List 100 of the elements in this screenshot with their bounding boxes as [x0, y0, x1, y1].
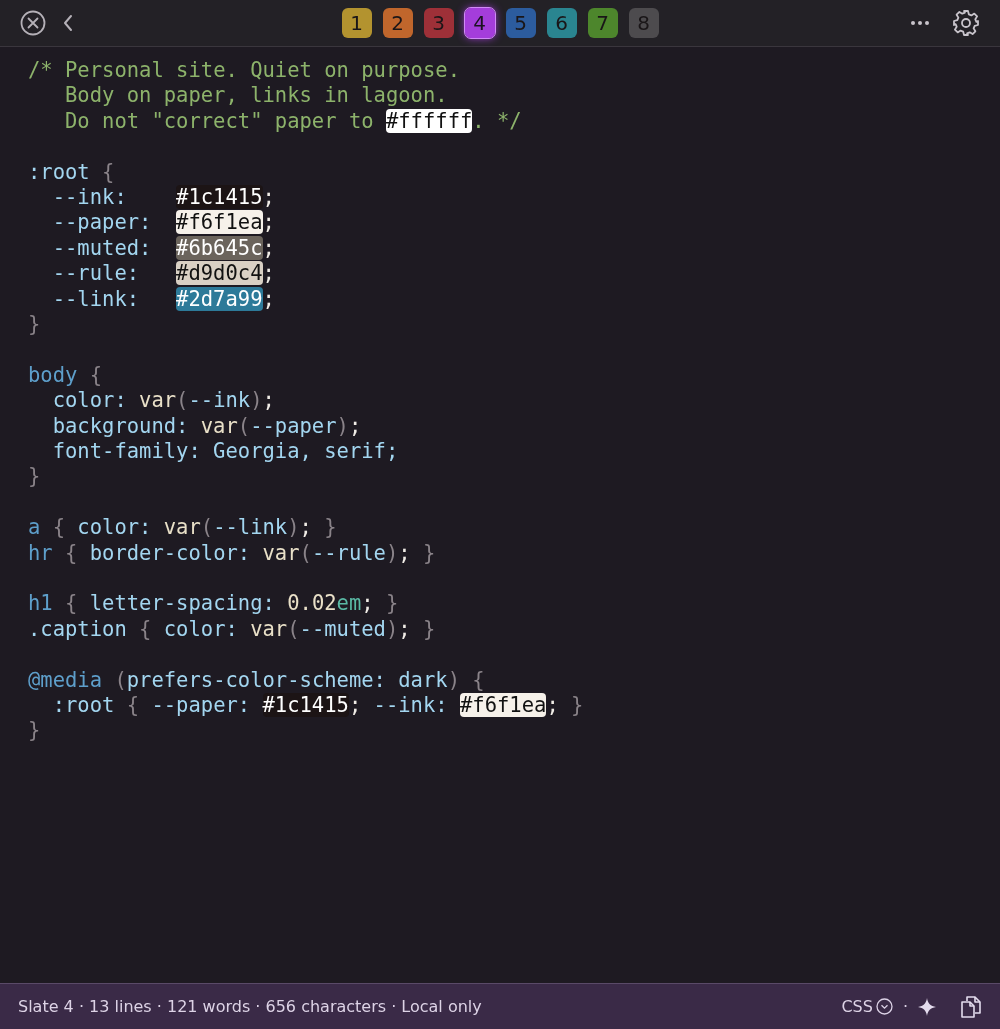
code-token: { — [88, 362, 103, 387]
code-comment: /* Personal site. Quiet on purpose. — [28, 58, 460, 82]
code-token: var — [162, 515, 201, 540]
slate-tab[interactable]: 7 — [587, 8, 618, 38]
code-token: --link: — [52, 286, 141, 311]
code-token: ) — [385, 540, 399, 565]
code-token: var — [249, 616, 288, 641]
slate-tab[interactable]: 1 — [341, 8, 372, 38]
code-token: ) — [447, 667, 460, 692]
code-token: var — [261, 540, 300, 565]
code-token: ; — [262, 210, 275, 235]
code-token: --muted: — [52, 235, 153, 260]
code-token: --paper: — [52, 210, 153, 235]
code-token: { — [101, 159, 115, 184]
code-token: ; — [262, 261, 275, 286]
status-summary: Slate 4 · 13 lines · 121 words · 656 characters · Local only — [18, 997, 482, 1016]
code-token: color: — [52, 388, 127, 413]
code-token: .caption — [28, 616, 127, 641]
code-token: border-color: — [88, 540, 251, 565]
slate-tab[interactable]: 2 — [382, 8, 413, 38]
code-token: 0.02 — [286, 591, 337, 616]
code-token: { — [125, 693, 140, 718]
back-chevron-icon[interactable] — [62, 14, 74, 32]
code-token: ; — [348, 413, 362, 438]
code-token: ( — [200, 515, 214, 540]
code-token: --muted — [299, 616, 386, 641]
code-token: ) — [336, 413, 349, 438]
separator-dot: · — [902, 997, 908, 1016]
code-token: var — [138, 388, 177, 413]
code-token: h1 — [28, 591, 53, 616]
slate-tab[interactable]: 3 — [423, 8, 454, 38]
code-token: var — [199, 413, 238, 438]
code-token: ; — [546, 693, 559, 718]
color-swatch: #f6f1ea — [176, 210, 263, 235]
close-icon[interactable] — [20, 10, 46, 36]
code-token: --paper — [250, 413, 337, 438]
code-token: ; — [262, 235, 275, 260]
code-token: { — [64, 591, 78, 616]
color-swatch: #1c1415 — [176, 185, 263, 209]
code-token: { — [138, 616, 152, 641]
code-token: color: — [76, 515, 152, 540]
code-token: } — [28, 718, 41, 743]
color-swatch: #2d7a99 — [176, 286, 263, 311]
code-token: { — [51, 515, 66, 540]
code-token: prefers-color-scheme: dark — [126, 667, 448, 692]
color-swatch: #d9d0c4 — [176, 261, 263, 286]
code-token: ; — [262, 185, 275, 209]
more-icon[interactable] — [910, 20, 930, 26]
code-comment: Do not "correct" paper to — [65, 108, 375, 133]
code-token: ) — [287, 515, 300, 540]
code-token: font-family: Georgia, serif; — [52, 439, 399, 464]
code-comment: . */ — [472, 108, 522, 133]
code-token: a — [28, 515, 41, 540]
code-token: } — [384, 591, 399, 616]
code-token: hr — [28, 540, 53, 565]
code-token: --link — [213, 515, 288, 540]
code-token: ( — [287, 616, 300, 641]
code-token: ( — [237, 413, 251, 438]
code-token: ( — [113, 667, 127, 692]
code-token: ) — [250, 388, 263, 413]
code-token: } — [570, 693, 584, 718]
code-token: } — [28, 464, 41, 489]
code-token: --ink: — [52, 185, 128, 209]
code-token: } — [28, 312, 41, 337]
copy-icon[interactable] — [960, 994, 982, 1019]
code-comment: Body on paper, links in lagoon. — [65, 83, 448, 108]
slate-tab[interactable]: 4 — [464, 8, 495, 38]
code-token: @media — [28, 667, 103, 692]
settings-icon[interactable] — [952, 9, 980, 37]
code-token: ( — [299, 540, 312, 565]
code-token: ) — [385, 616, 399, 641]
code-token: letter-spacing: — [88, 591, 275, 616]
slate-tab[interactable]: 5 — [505, 8, 536, 38]
code-token: } — [422, 616, 436, 641]
code-token: body — [28, 362, 78, 387]
slate-tab[interactable]: 6 — [546, 8, 577, 38]
code-token: ; — [348, 693, 362, 718]
code-token: ; — [262, 286, 275, 311]
code-token: { — [471, 667, 485, 692]
code-token: --rule: — [52, 261, 141, 286]
color-swatch: #1c1415 — [262, 693, 349, 718]
code-token: --rule — [311, 540, 386, 565]
code-token: ; — [361, 591, 374, 616]
sparkle-icon[interactable] — [918, 997, 936, 1016]
code-token: --ink: — [372, 693, 449, 718]
language-button[interactable]: CSS — [841, 997, 893, 1016]
color-swatch: #f6f1ea — [460, 693, 547, 718]
code-token: :root — [52, 693, 115, 718]
code-token: ; — [398, 616, 411, 641]
code-token: ; — [398, 540, 411, 565]
color-swatch: #ffffff — [385, 108, 473, 133]
code-token: --paper: — [150, 693, 252, 718]
code-token: color: — [162, 616, 238, 641]
code-token: ; — [299, 515, 312, 540]
color-swatch: #6b645c — [176, 235, 263, 260]
code-token: background: — [52, 413, 189, 438]
code-token: } — [421, 540, 436, 565]
code-token: ; — [262, 388, 275, 413]
chevron-circle-icon — [875, 998, 893, 1015]
code-token: } — [323, 515, 337, 540]
